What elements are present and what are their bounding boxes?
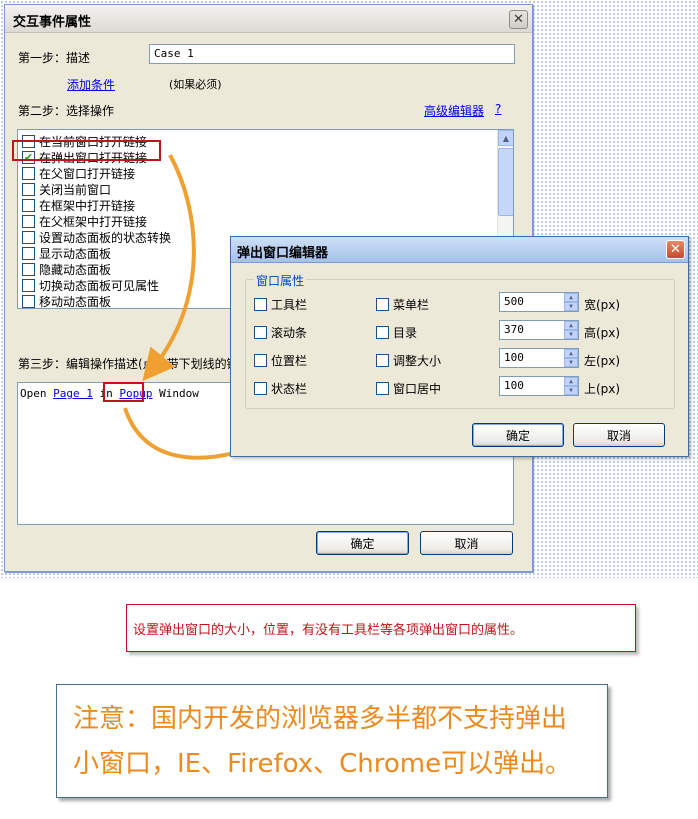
option-left[interactable]: 状态栏 bbox=[254, 380, 307, 397]
big-note: 注意：国内开发的浏览器多半都不支持弹出 小窗口，IE、Firefox、Chrom… bbox=[56, 684, 608, 798]
checkbox-icon[interactable] bbox=[376, 298, 389, 311]
arrow-to-popup-link bbox=[142, 154, 196, 382]
big-note-line1: 注意：国内开发的浏览器多半都不支持弹出 bbox=[73, 704, 568, 734]
size-spin-input[interactable]: 500 ▲ ▼ bbox=[499, 292, 579, 312]
size-unit-label: 左(px) bbox=[584, 354, 621, 368]
size-spin-input[interactable]: 370 ▲ ▼ bbox=[499, 320, 579, 340]
spin-buttons[interactable]: ▲ ▼ bbox=[564, 293, 578, 311]
size-unit-label: 上(px) bbox=[584, 382, 621, 396]
option-mid-label: 菜单栏 bbox=[393, 298, 430, 312]
spin-up-icon[interactable]: ▲ bbox=[564, 321, 578, 330]
option-left[interactable]: 滚动条 bbox=[254, 324, 307, 341]
checkbox-icon[interactable] bbox=[254, 326, 267, 339]
checkbox-icon[interactable] bbox=[376, 382, 389, 395]
size-value: 100 bbox=[504, 351, 524, 364]
option-mid-label: 窗口居中 bbox=[393, 382, 442, 396]
option-mid-label: 目录 bbox=[393, 326, 418, 340]
option-mid[interactable]: 调整大小 bbox=[376, 352, 441, 369]
size-unit-label: 宽(px) bbox=[584, 298, 621, 312]
size-spin-input[interactable]: 100 ▲ ▼ bbox=[499, 348, 579, 368]
close-icon: ✕ bbox=[670, 242, 681, 257]
checkbox-icon[interactable] bbox=[254, 382, 267, 395]
popup-close-button[interactable]: ✕ bbox=[666, 240, 685, 259]
spin-up-icon[interactable]: ▲ bbox=[564, 293, 578, 302]
spin-down-icon[interactable]: ▼ bbox=[564, 386, 578, 395]
spin-down-icon[interactable]: ▼ bbox=[564, 358, 578, 367]
option-left-label: 状态栏 bbox=[271, 382, 308, 396]
option-left-label: 位置栏 bbox=[271, 354, 308, 368]
option-mid[interactable]: 窗口居中 bbox=[376, 380, 441, 397]
popup-ok-button[interactable]: 确定 bbox=[472, 423, 564, 447]
window-properties-group: 窗口属性 工具栏 菜单栏 500 ▲ ▼ 宽(px) 滚动条 目录 370 ▲ ▼ 高(px) 位置栏调… bbox=[245, 272, 675, 409]
popup-titlebar: 弹出窗口编辑器 ✕ bbox=[231, 237, 688, 263]
red-note: 设置弹出窗口的大小，位置，有没有工具栏等各项弹出窗口的属性。 bbox=[126, 604, 636, 652]
checkbox-icon[interactable] bbox=[254, 354, 267, 367]
spin-up-icon[interactable]: ▲ bbox=[564, 349, 578, 358]
popup-title: 弹出窗口编辑器 bbox=[237, 246, 329, 261]
option-left-label: 工具栏 bbox=[271, 298, 308, 312]
spin-buttons[interactable]: ▲ ▼ bbox=[564, 377, 578, 395]
option-mid[interactable]: 目录 bbox=[376, 324, 417, 341]
popup-window-editor: 弹出窗口编辑器 ✕ 窗口属性 工具栏 菜单栏 500 ▲ ▼ 宽(px) 滚动条 目录 370 ▲… bbox=[230, 236, 689, 457]
size-value: 100 bbox=[504, 379, 524, 392]
spin-down-icon[interactable]: ▼ bbox=[564, 302, 578, 311]
spin-buttons[interactable]: ▲ ▼ bbox=[564, 321, 578, 339]
size-value: 370 bbox=[504, 323, 524, 336]
option-left-label: 滚动条 bbox=[271, 326, 308, 340]
option-left[interactable]: 位置栏 bbox=[254, 352, 307, 369]
spin-up-icon[interactable]: ▲ bbox=[564, 377, 578, 386]
size-unit-label: 高(px) bbox=[584, 326, 621, 340]
option-mid-label: 调整大小 bbox=[393, 354, 442, 368]
checkbox-icon[interactable] bbox=[376, 326, 389, 339]
spin-down-icon[interactable]: ▼ bbox=[564, 330, 578, 339]
size-value: 500 bbox=[504, 295, 524, 308]
big-note-line2: 小窗口，IE、Firefox、Chrome可以弹出。 bbox=[73, 749, 572, 779]
option-mid[interactable]: 菜单栏 bbox=[376, 296, 429, 313]
group-title: 窗口属性 bbox=[254, 272, 307, 289]
spin-buttons[interactable]: ▲ ▼ bbox=[564, 349, 578, 367]
checkbox-icon[interactable] bbox=[254, 298, 267, 311]
size-spin-input[interactable]: 100 ▲ ▼ bbox=[499, 376, 579, 396]
option-left[interactable]: 工具栏 bbox=[254, 296, 307, 313]
checkbox-icon[interactable] bbox=[376, 354, 389, 367]
popup-cancel-button[interactable]: 取消 bbox=[573, 423, 665, 447]
